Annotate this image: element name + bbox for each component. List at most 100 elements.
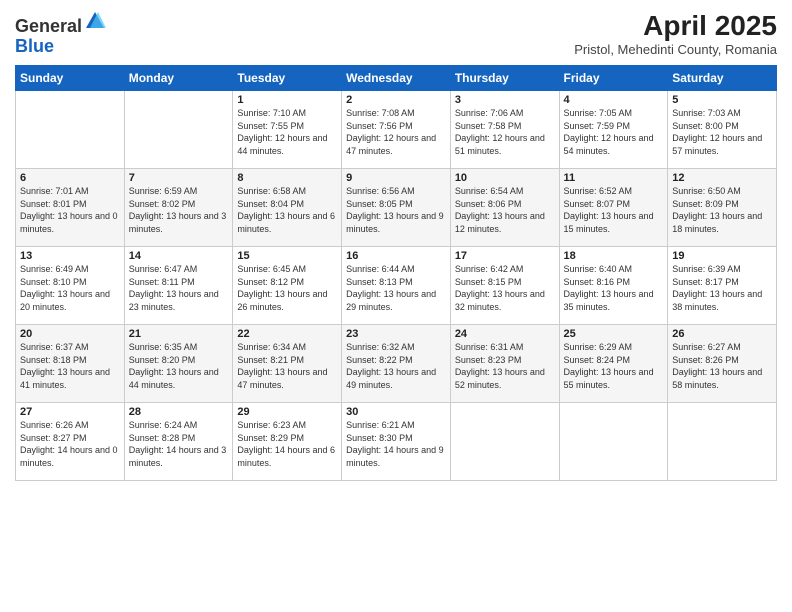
- calendar-cell: 28Sunrise: 6:24 AM Sunset: 8:28 PM Dayli…: [124, 403, 233, 481]
- day-number: 17: [455, 250, 555, 262]
- day-info: Sunrise: 6:54 AM Sunset: 8:06 PM Dayligh…: [455, 185, 555, 235]
- day-number: 29: [237, 406, 337, 418]
- day-number: 19: [672, 250, 772, 262]
- day-info: Sunrise: 6:42 AM Sunset: 8:15 PM Dayligh…: [455, 263, 555, 313]
- calendar-cell: 9Sunrise: 6:56 AM Sunset: 8:05 PM Daylig…: [342, 169, 451, 247]
- header: General Blue April 2025 Pristol, Mehedin…: [15, 10, 777, 57]
- day-info: Sunrise: 7:05 AM Sunset: 7:59 PM Dayligh…: [564, 107, 664, 157]
- day-number: 6: [20, 172, 120, 184]
- day-info: Sunrise: 6:35 AM Sunset: 8:20 PM Dayligh…: [129, 341, 229, 391]
- calendar-cell: 12Sunrise: 6:50 AM Sunset: 8:09 PM Dayli…: [668, 169, 777, 247]
- day-number: 15: [237, 250, 337, 262]
- day-info: Sunrise: 6:56 AM Sunset: 8:05 PM Dayligh…: [346, 185, 446, 235]
- logo-general: General: [15, 16, 82, 36]
- header-monday: Monday: [124, 66, 233, 91]
- calendar-table: Sunday Monday Tuesday Wednesday Thursday…: [15, 65, 777, 481]
- calendar-cell: [450, 403, 559, 481]
- day-number: 25: [564, 328, 664, 340]
- calendar-cell: 3Sunrise: 7:06 AM Sunset: 7:58 PM Daylig…: [450, 91, 559, 169]
- calendar-cell: 14Sunrise: 6:47 AM Sunset: 8:11 PM Dayli…: [124, 247, 233, 325]
- day-number: 28: [129, 406, 229, 418]
- calendar-cell: 2Sunrise: 7:08 AM Sunset: 7:56 PM Daylig…: [342, 91, 451, 169]
- calendar-week-5: 27Sunrise: 6:26 AM Sunset: 8:27 PM Dayli…: [16, 403, 777, 481]
- day-info: Sunrise: 6:59 AM Sunset: 8:02 PM Dayligh…: [129, 185, 229, 235]
- day-info: Sunrise: 6:29 AM Sunset: 8:24 PM Dayligh…: [564, 341, 664, 391]
- logo-icon: [84, 10, 106, 32]
- header-friday: Friday: [559, 66, 668, 91]
- calendar-cell: 25Sunrise: 6:29 AM Sunset: 8:24 PM Dayli…: [559, 325, 668, 403]
- calendar-week-1: 1Sunrise: 7:10 AM Sunset: 7:55 PM Daylig…: [16, 91, 777, 169]
- day-info: Sunrise: 6:26 AM Sunset: 8:27 PM Dayligh…: [20, 419, 120, 469]
- day-number: 23: [346, 328, 446, 340]
- day-info: Sunrise: 6:37 AM Sunset: 8:18 PM Dayligh…: [20, 341, 120, 391]
- day-number: 4: [564, 94, 664, 106]
- day-number: 13: [20, 250, 120, 262]
- header-wednesday: Wednesday: [342, 66, 451, 91]
- day-info: Sunrise: 6:32 AM Sunset: 8:22 PM Dayligh…: [346, 341, 446, 391]
- day-info: Sunrise: 7:10 AM Sunset: 7:55 PM Dayligh…: [237, 107, 337, 157]
- calendar-cell: 10Sunrise: 6:54 AM Sunset: 8:06 PM Dayli…: [450, 169, 559, 247]
- day-info: Sunrise: 6:31 AM Sunset: 8:23 PM Dayligh…: [455, 341, 555, 391]
- calendar-cell: 20Sunrise: 6:37 AM Sunset: 8:18 PM Dayli…: [16, 325, 125, 403]
- day-number: 16: [346, 250, 446, 262]
- calendar-cell: 4Sunrise: 7:05 AM Sunset: 7:59 PM Daylig…: [559, 91, 668, 169]
- day-number: 2: [346, 94, 446, 106]
- day-info: Sunrise: 6:24 AM Sunset: 8:28 PM Dayligh…: [129, 419, 229, 469]
- day-number: 11: [564, 172, 664, 184]
- day-number: 30: [346, 406, 446, 418]
- day-info: Sunrise: 6:21 AM Sunset: 8:30 PM Dayligh…: [346, 419, 446, 469]
- calendar-cell: 29Sunrise: 6:23 AM Sunset: 8:29 PM Dayli…: [233, 403, 342, 481]
- page: General Blue April 2025 Pristol, Mehedin…: [0, 0, 792, 612]
- calendar-cell: [16, 91, 125, 169]
- day-number: 26: [672, 328, 772, 340]
- calendar-cell: 13Sunrise: 6:49 AM Sunset: 8:10 PM Dayli…: [16, 247, 125, 325]
- calendar-cell: 8Sunrise: 6:58 AM Sunset: 8:04 PM Daylig…: [233, 169, 342, 247]
- logo-blue: Blue: [15, 36, 54, 56]
- day-number: 1: [237, 94, 337, 106]
- calendar-cell: 5Sunrise: 7:03 AM Sunset: 8:00 PM Daylig…: [668, 91, 777, 169]
- day-number: 24: [455, 328, 555, 340]
- day-info: Sunrise: 6:44 AM Sunset: 8:13 PM Dayligh…: [346, 263, 446, 313]
- day-info: Sunrise: 6:49 AM Sunset: 8:10 PM Dayligh…: [20, 263, 120, 313]
- calendar-cell: 7Sunrise: 6:59 AM Sunset: 8:02 PM Daylig…: [124, 169, 233, 247]
- header-sunday: Sunday: [16, 66, 125, 91]
- day-number: 10: [455, 172, 555, 184]
- calendar-body: 1Sunrise: 7:10 AM Sunset: 7:55 PM Daylig…: [16, 91, 777, 481]
- day-info: Sunrise: 7:03 AM Sunset: 8:00 PM Dayligh…: [672, 107, 772, 157]
- day-info: Sunrise: 6:39 AM Sunset: 8:17 PM Dayligh…: [672, 263, 772, 313]
- title-block: April 2025 Pristol, Mehedinti County, Ro…: [574, 10, 777, 57]
- day-info: Sunrise: 6:50 AM Sunset: 8:09 PM Dayligh…: [672, 185, 772, 235]
- calendar-cell: 19Sunrise: 6:39 AM Sunset: 8:17 PM Dayli…: [668, 247, 777, 325]
- calendar-week-4: 20Sunrise: 6:37 AM Sunset: 8:18 PM Dayli…: [16, 325, 777, 403]
- calendar-cell: 18Sunrise: 6:40 AM Sunset: 8:16 PM Dayli…: [559, 247, 668, 325]
- calendar-cell: 23Sunrise: 6:32 AM Sunset: 8:22 PM Dayli…: [342, 325, 451, 403]
- day-info: Sunrise: 6:58 AM Sunset: 8:04 PM Dayligh…: [237, 185, 337, 235]
- day-info: Sunrise: 6:27 AM Sunset: 8:26 PM Dayligh…: [672, 341, 772, 391]
- day-number: 8: [237, 172, 337, 184]
- day-info: Sunrise: 6:34 AM Sunset: 8:21 PM Dayligh…: [237, 341, 337, 391]
- day-info: Sunrise: 6:23 AM Sunset: 8:29 PM Dayligh…: [237, 419, 337, 469]
- day-number: 14: [129, 250, 229, 262]
- calendar-cell: [559, 403, 668, 481]
- day-number: 27: [20, 406, 120, 418]
- calendar-cell: 30Sunrise: 6:21 AM Sunset: 8:30 PM Dayli…: [342, 403, 451, 481]
- header-thursday: Thursday: [450, 66, 559, 91]
- calendar-cell: 26Sunrise: 6:27 AM Sunset: 8:26 PM Dayli…: [668, 325, 777, 403]
- day-number: 3: [455, 94, 555, 106]
- calendar-cell: [668, 403, 777, 481]
- calendar-header: Sunday Monday Tuesday Wednesday Thursday…: [16, 66, 777, 91]
- header-row: Sunday Monday Tuesday Wednesday Thursday…: [16, 66, 777, 91]
- calendar-cell: 21Sunrise: 6:35 AM Sunset: 8:20 PM Dayli…: [124, 325, 233, 403]
- calendar-cell: 6Sunrise: 7:01 AM Sunset: 8:01 PM Daylig…: [16, 169, 125, 247]
- day-number: 12: [672, 172, 772, 184]
- day-number: 7: [129, 172, 229, 184]
- day-number: 20: [20, 328, 120, 340]
- header-saturday: Saturday: [668, 66, 777, 91]
- calendar-cell: 17Sunrise: 6:42 AM Sunset: 8:15 PM Dayli…: [450, 247, 559, 325]
- day-info: Sunrise: 6:52 AM Sunset: 8:07 PM Dayligh…: [564, 185, 664, 235]
- day-number: 18: [564, 250, 664, 262]
- header-tuesday: Tuesday: [233, 66, 342, 91]
- day-info: Sunrise: 7:06 AM Sunset: 7:58 PM Dayligh…: [455, 107, 555, 157]
- day-info: Sunrise: 6:45 AM Sunset: 8:12 PM Dayligh…: [237, 263, 337, 313]
- day-info: Sunrise: 7:01 AM Sunset: 8:01 PM Dayligh…: [20, 185, 120, 235]
